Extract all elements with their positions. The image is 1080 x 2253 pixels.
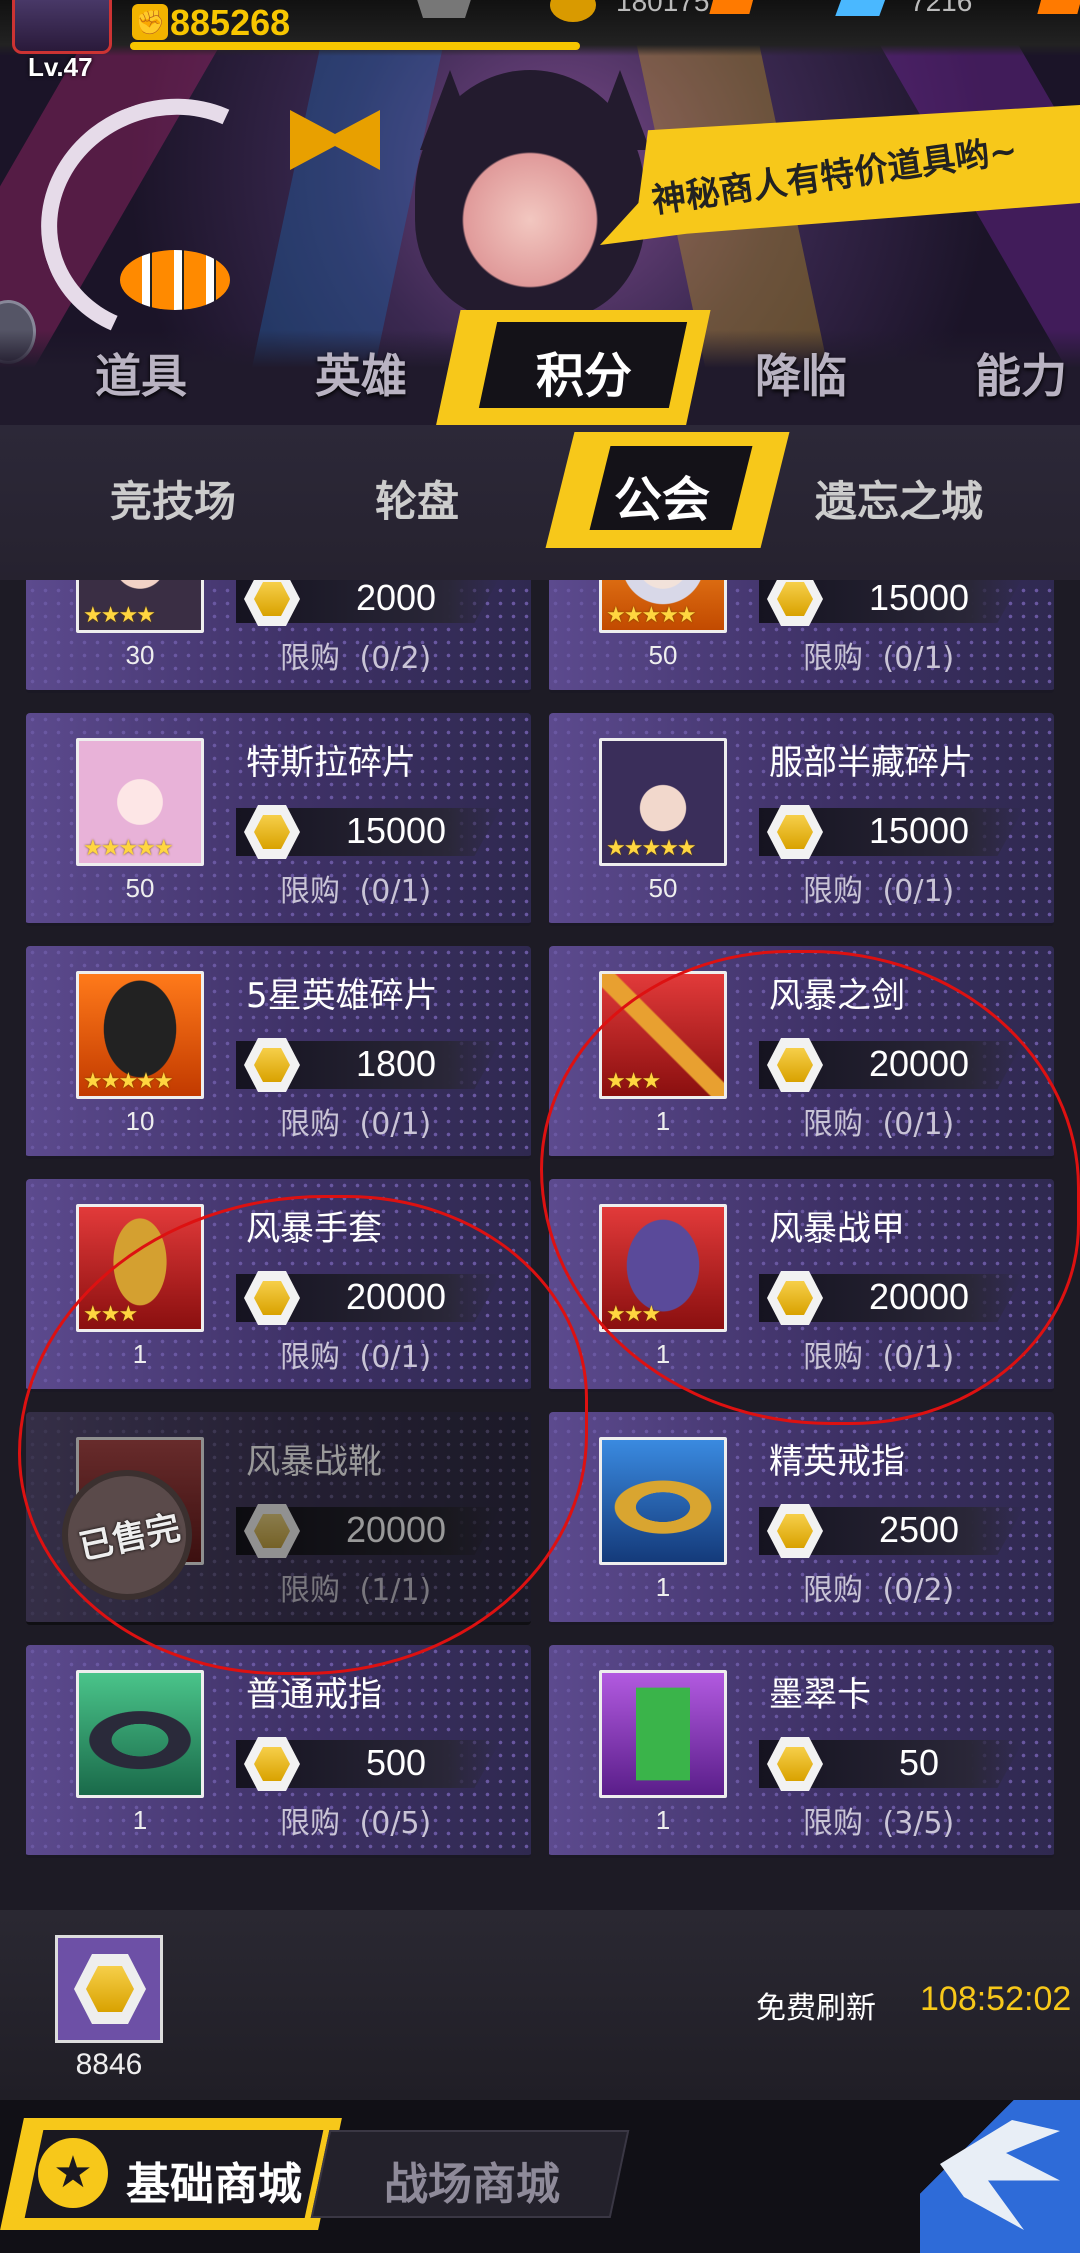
tab-heroes[interactable]: 英雄 [315, 340, 407, 406]
tab-props[interactable]: 道具 [95, 340, 187, 406]
shop-item-card[interactable]: ★★★★★ 50 特斯拉碎片 15000 限购 (0/1) [26, 713, 531, 926]
nav-basic-shop-label[interactable]: 基础商城 [126, 2148, 302, 2212]
purchase-limit: 限购 (0/5) [280, 1806, 432, 1841]
tab-descend[interactable]: 降临 [755, 340, 847, 406]
merchant-character [415, 70, 645, 320]
item-price: 15000 [868, 810, 970, 851]
add-gold-button[interactable] [709, 0, 755, 14]
nav-battle-shop-label[interactable]: 战场商城 [384, 2148, 560, 2212]
shop-item-card[interactable]: 1 精英戒指 2500 限购 (0/2) [549, 1412, 1054, 1625]
subtab-arena[interactable]: 竞技场 [110, 468, 236, 529]
item-quantity: 1 [655, 1805, 671, 1835]
item-name: 5星英雄碎片 [246, 976, 438, 1016]
item-price: 2500 [878, 1509, 960, 1550]
mystery-hero-icon: ★★★★★ [76, 971, 204, 1099]
guild-coin-icon [55, 1935, 163, 2043]
top-bar: ✊ 885268 180175 7216 [0, 0, 1080, 56]
purchase-limit: 限购 (0/2) [803, 1573, 955, 1608]
avatar[interactable] [12, 0, 112, 54]
star-rating: ★★★★★ [606, 603, 697, 628]
fist-icon: ✊ [132, 4, 168, 40]
item-price: 1800 [355, 1043, 437, 1084]
refresh-timer: 108:52:02 [920, 1980, 1072, 2018]
item-quantity: 1 [655, 1572, 671, 1602]
purchase-limit: 限购 (3/5) [803, 1806, 955, 1841]
purchase-limit: 限购 (0/1) [280, 1107, 432, 1142]
item-price: 500 [365, 1742, 427, 1783]
item-quantity: 10 [125, 1106, 155, 1136]
item-price: 2000 [355, 580, 437, 618]
item-quantity: 30 [125, 640, 155, 670]
gold-ring-icon [599, 1437, 727, 1565]
purchase-limit: 限购 (0/1) [803, 641, 955, 676]
item-quantity: 50 [648, 640, 678, 670]
tab-points[interactable]: 积分 [536, 336, 632, 406]
item-name: 墨翠卡 [769, 1675, 871, 1715]
hero-portrait-icon: ★★★★ [76, 580, 204, 633]
item-quantity: 50 [648, 873, 678, 903]
star-icon: ★ [38, 2138, 108, 2208]
star-rating: ★★★★★ [83, 836, 174, 861]
dark-ring-icon [76, 1670, 204, 1798]
power-bar [130, 42, 580, 50]
gold-coin-icon [550, 0, 596, 22]
item-name: 特斯拉碎片 [246, 743, 416, 783]
item-name: 精英戒指 [769, 1442, 905, 1482]
shop-item-card[interactable]: ★★★★★ 50 服部半藏碎片 15000 限购 (0/1) [549, 713, 1054, 926]
item-name: 服部半藏碎片 [769, 743, 973, 783]
star-rating: ★★★★★ [606, 836, 697, 861]
gold-value: 180175 [616, 0, 710, 17]
hero-portrait-icon: ★★★★★ [599, 580, 727, 633]
item-quantity: 50 [125, 873, 155, 903]
shop-item-card[interactable]: ★★★★ 30 2000 限购 (0/2) [26, 580, 531, 693]
tab-ability[interactable]: 能力 [975, 340, 1067, 406]
purchase-limit: 限购 (0/1) [803, 874, 955, 909]
hero-portrait-icon: ★★★★★ [599, 738, 727, 866]
purchase-limit: 限购 (0/1) [280, 874, 432, 909]
item-quantity: 1 [132, 1805, 148, 1835]
refresh-label: 免费刷新 [756, 1991, 876, 2026]
purchase-limit: 限购 (0/2) [280, 641, 432, 676]
item-price: 50 [898, 1742, 940, 1783]
currency-balance: 8846 [75, 2048, 143, 2081]
subtab-guild[interactable]: 公会 [614, 460, 710, 530]
diamond-value: 7216 [910, 0, 973, 17]
shop-item-card[interactable]: 1 普通戒指 500 限购 (0/5) [26, 1645, 531, 1858]
star-rating: ★★★★★ [83, 1069, 174, 1094]
item-price: 15000 [345, 810, 447, 851]
shop-item-card[interactable]: ★★★★★ 10 5星英雄碎片 1800 限购 (0/1) [26, 946, 531, 1159]
power-value: 885268 [170, 2, 291, 43]
subtab-forgotten-city[interactable]: 遗忘之城 [815, 468, 983, 529]
player-level: Lv.47 [28, 52, 93, 82]
subtab-wheel[interactable]: 轮盘 [375, 468, 459, 529]
shop-item-card[interactable]: 1 墨翠卡 50 限购 (3/5) [549, 1645, 1054, 1858]
add-diamond-button[interactable] [1037, 0, 1080, 14]
hero-portrait-icon: ★★★★★ [76, 738, 204, 866]
diamond-icon [835, 0, 889, 16]
item-price: 15000 [868, 580, 970, 618]
rank-shield-icon [414, 0, 474, 18]
banner: 神秘商人有特价道具哟~ ✊ 885268 180175 7216 Lv.47 道… [0, 0, 1080, 425]
clownfish-icon [120, 250, 230, 310]
star-rating: ★★★★ [83, 603, 156, 628]
shop-item-card[interactable]: ★★★★★ 50 15000 限购 (0/1) [549, 580, 1054, 693]
green-card-icon [599, 1670, 727, 1798]
